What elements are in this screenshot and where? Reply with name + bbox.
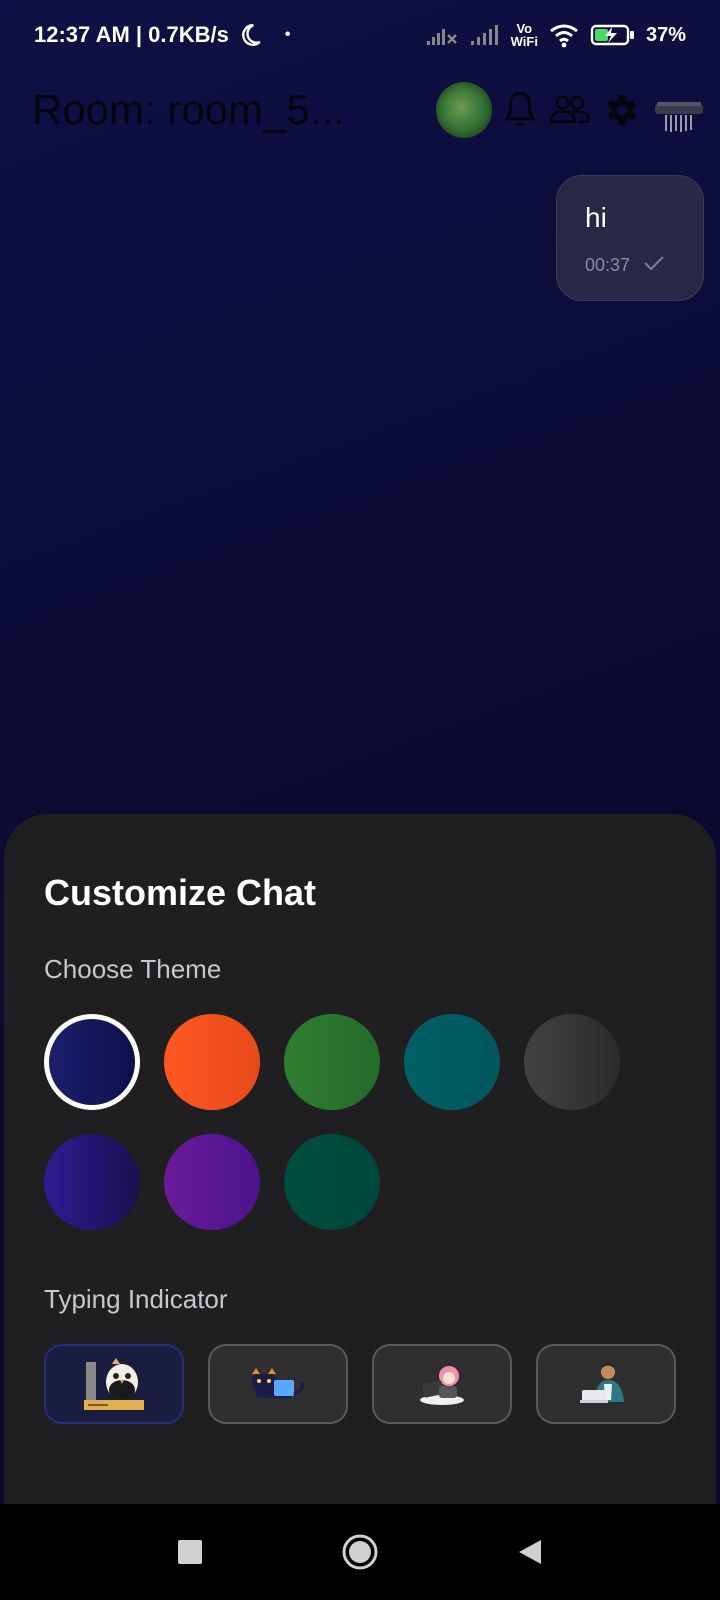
theme-swatch-orange[interactable] — [164, 1014, 260, 1110]
message-bubble[interactable]: hi 00:37 — [556, 175, 704, 301]
battery-charging-icon — [590, 23, 636, 47]
cat-laptop-icon — [252, 1368, 304, 1398]
gear-icon[interactable] — [598, 88, 642, 132]
battery-percent: 37% — [645, 23, 686, 46]
choose-theme-label: Choose Theme — [44, 954, 222, 984]
status-time-speed: 12:37 AM | 0.7KB/s — [34, 22, 229, 47]
back-triangle-icon[interactable] — [500, 1522, 560, 1582]
status-left: 12:37 AM | 0.7KB/s • — [34, 22, 290, 48]
theme-swatch-indigo[interactable] — [44, 1014, 140, 1110]
customize-chat-sheet: Customize Chat Choose Theme Typing Indic… — [4, 814, 716, 1504]
theme-swatch-dark-gray[interactable] — [524, 1014, 620, 1110]
girl-laptop-icon — [420, 1366, 464, 1405]
signal-icon — [469, 23, 501, 47]
status-bar: 12:37 AM | 0.7KB/s • Vo WiFi 37% — [0, 0, 720, 70]
message-meta: 00:37 — [585, 254, 675, 277]
status-right: Vo WiFi 37% — [425, 22, 686, 48]
home-circle-icon[interactable] — [330, 1522, 390, 1582]
indicator-girl-laptop[interactable] — [372, 1344, 512, 1424]
moon-icon — [237, 22, 263, 48]
wifi-icon — [548, 22, 580, 48]
app-actions — [436, 82, 642, 138]
system-nav-bar — [0, 1504, 720, 1600]
indicator-man-laptop[interactable] — [536, 1344, 676, 1424]
theme-swatch-purple[interactable] — [164, 1134, 260, 1230]
vowifi-bottom: WiFi — [510, 34, 538, 49]
message-text: hi — [585, 202, 607, 233]
theme-swatch-deep-purple[interactable] — [44, 1134, 140, 1230]
check-icon — [642, 254, 666, 277]
typing-indicator-options — [44, 1344, 676, 1424]
room-title: Room: room_5... — [32, 86, 345, 133]
vowifi-icon: Vo WiFi — [511, 22, 538, 48]
indicator-owl-typing[interactable] — [44, 1344, 184, 1424]
theme-swatch-dark-teal[interactable] — [284, 1134, 380, 1230]
participants-icon[interactable] — [548, 88, 592, 132]
avatar[interactable] — [436, 82, 492, 138]
bell-icon[interactable] — [498, 88, 542, 132]
theme-grid — [44, 1014, 644, 1234]
indicator-cat-laptop[interactable] — [208, 1344, 348, 1424]
sheet-title: Customize Chat — [44, 872, 317, 913]
message-time: 00:37 — [585, 255, 631, 275]
man-laptop-icon — [580, 1363, 624, 1403]
owl-typing-icon — [84, 1358, 144, 1410]
app-bar: Room: room_5... — [0, 70, 720, 150]
signal-x-icon — [425, 23, 459, 47]
recents-square-icon[interactable] — [160, 1522, 220, 1582]
typing-indicator-label: Typing Indicator — [44, 1284, 228, 1314]
theme-swatch-teal[interactable] — [404, 1014, 500, 1110]
theme-swatch-green[interactable] — [284, 1014, 380, 1110]
status-dot: • — [284, 26, 291, 43]
shredder-icon[interactable] — [654, 100, 704, 139]
